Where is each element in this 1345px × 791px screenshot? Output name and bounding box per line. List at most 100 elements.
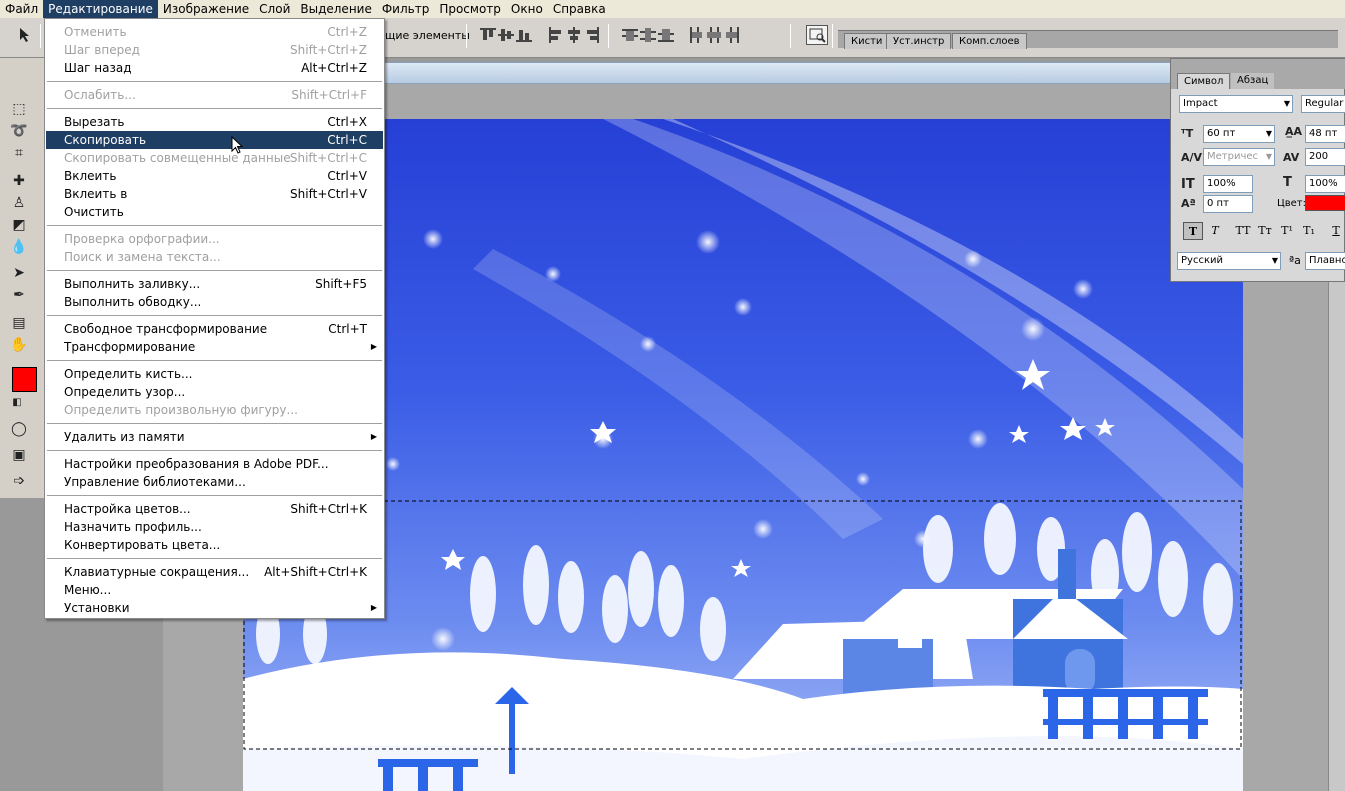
- menu-item-define-custom-shape[interactable]: Определить произвольную фигуру...: [46, 401, 383, 419]
- faux-italic-button[interactable]: T: [1205, 222, 1225, 240]
- menu-item-preset-manager[interactable]: Управление библиотеками...: [46, 473, 383, 491]
- menu-item-keyboard-shortcuts[interactable]: Клавиатурные сокращения... Alt+Shift+Ctrl…: [46, 563, 383, 581]
- menu-layer[interactable]: Слой: [254, 0, 295, 18]
- font-family-value: Impact: [1183, 98, 1218, 109]
- distribute-left-icon[interactable]: [688, 27, 704, 43]
- subscript-button[interactable]: T₁: [1299, 222, 1319, 240]
- tab-character[interactable]: Символ: [1177, 73, 1231, 89]
- small-caps-button[interactable]: Tт: [1255, 222, 1275, 240]
- lasso-tool-icon[interactable]: ➰: [10, 122, 28, 140]
- eraser-tool-icon[interactable]: ◩: [10, 216, 28, 234]
- menu-item-paste[interactable]: Вклеить Ctrl+V: [46, 167, 383, 185]
- jump-to-imageready-icon[interactable]: ➩: [10, 472, 28, 490]
- align-vcenter-icon[interactable]: [498, 27, 514, 43]
- menu-item-purge[interactable]: Удалить из памяти ▶: [46, 428, 383, 446]
- align-bottom-icon[interactable]: [516, 27, 532, 43]
- tab-paragraph[interactable]: Абзац: [1231, 73, 1275, 89]
- menu-item-clear[interactable]: Очистить: [46, 203, 383, 221]
- menu-item-cut[interactable]: Вырезать Ctrl+X: [46, 113, 383, 131]
- distribute-bottom-icon[interactable]: [658, 27, 674, 43]
- menu-file[interactable]: Файл: [0, 0, 43, 18]
- pen-tool-icon[interactable]: ✒: [10, 286, 28, 304]
- menu-item-pdf-presets[interactable]: Настройки преобразования в Adobe PDF...: [46, 455, 383, 473]
- menu-image[interactable]: Изображение: [158, 0, 254, 18]
- palette-tab-tool-presets[interactable]: Уст.инстр: [886, 33, 952, 49]
- vertical-scrollbar[interactable]: [1328, 282, 1345, 791]
- palette-tab-layer-comps[interactable]: Комп.слоев: [952, 33, 1027, 49]
- menu-item-undo[interactable]: Отменить Ctrl+Z: [46, 23, 383, 41]
- menu-window[interactable]: Окно: [506, 0, 548, 18]
- vertical-scale-field[interactable]: 100%: [1203, 175, 1253, 193]
- tracking-field[interactable]: 200: [1305, 148, 1345, 166]
- font-style-select[interactable]: Regular: [1301, 95, 1345, 113]
- horizontal-scale-field[interactable]: 100%: [1305, 175, 1345, 193]
- marquee-tool-icon[interactable]: ⬚: [10, 100, 28, 118]
- menu-item-define-brush[interactable]: Определить кисть...: [46, 365, 383, 383]
- tracking-icon: AV: [1283, 151, 1300, 164]
- healing-brush-icon[interactable]: ✚: [10, 172, 28, 190]
- menu-item-stroke[interactable]: Выполнить обводку...: [46, 293, 383, 311]
- faux-bold-button[interactable]: T: [1183, 222, 1203, 240]
- screen-mode-icon[interactable]: ▣: [10, 446, 28, 464]
- distribute-top-icon[interactable]: [622, 27, 638, 43]
- move-tool-icon[interactable]: [18, 27, 34, 43]
- menu-separator: [47, 450, 382, 451]
- menu-item-fade[interactable]: Ослабить... Shift+Ctrl+F: [46, 86, 383, 104]
- menu-separator: [47, 495, 382, 496]
- foreground-color-swatch[interactable]: [12, 367, 37, 392]
- blur-tool-icon[interactable]: 💧: [10, 238, 28, 256]
- image-canvas[interactable]: [243, 119, 1243, 791]
- vertical-scale-icon: IT: [1181, 177, 1195, 192]
- quick-mask-icon[interactable]: ◯: [10, 420, 28, 438]
- antialias-select[interactable]: Плавно: [1305, 252, 1345, 270]
- menu-item-step-backward[interactable]: Шаг назад Alt+Ctrl+Z: [46, 59, 383, 77]
- palette-tab-brushes[interactable]: Кисти: [844, 33, 890, 49]
- menu-edit[interactable]: Редактирование: [43, 0, 158, 18]
- distribute-right-icon[interactable]: [724, 27, 740, 43]
- distribute-vcenter-icon[interactable]: [640, 27, 656, 43]
- menu-select[interactable]: Выделение: [295, 0, 376, 18]
- superscript-button[interactable]: T¹: [1277, 222, 1297, 240]
- language-select[interactable]: Русский ▼: [1177, 252, 1281, 270]
- align-top-icon[interactable]: [480, 27, 496, 43]
- kerning-field[interactable]: Метричес ▼: [1203, 148, 1275, 166]
- clone-stamp-icon[interactable]: ♙: [10, 194, 28, 212]
- menu-item-define-pattern[interactable]: Определить узор...: [46, 383, 383, 401]
- menu-help[interactable]: Справка: [548, 0, 611, 18]
- font-size-field[interactable]: 60 пт ▼: [1203, 125, 1275, 143]
- font-family-select[interactable]: Impact ▼: [1179, 95, 1293, 113]
- menu-item-menus[interactable]: Меню...: [46, 581, 383, 599]
- notes-tool-icon[interactable]: ▤: [10, 314, 28, 332]
- path-selection-icon[interactable]: ➤: [10, 264, 28, 282]
- menu-item-find-replace[interactable]: Поиск и замена текста...: [46, 248, 383, 266]
- menu-item-copy[interactable]: Скопировать Ctrl+C: [46, 131, 383, 149]
- show-controls-label[interactable]: щие элементы: [385, 25, 470, 47]
- menu-filter[interactable]: Фильтр: [377, 0, 434, 18]
- menu-item-step-forward[interactable]: Шаг вперед Shift+Ctrl+Z: [46, 41, 383, 59]
- menu-item-fill[interactable]: Выполнить заливку... Shift+F5: [46, 275, 383, 293]
- text-color-swatch[interactable]: [1305, 195, 1345, 211]
- default-colors-icon[interactable]: ◧: [8, 394, 26, 412]
- menu-item-color-settings[interactable]: Настройка цветов... Shift+Ctrl+K: [46, 500, 383, 518]
- leading-field[interactable]: 48 пт: [1305, 125, 1345, 143]
- underline-button[interactable]: T: [1326, 222, 1345, 240]
- menu-item-transform[interactable]: Трансформирование ▶: [46, 338, 383, 356]
- menu-item-preferences[interactable]: Установки ▶: [46, 599, 383, 617]
- menu-item-copy-merged[interactable]: Скопировать совмещенные данные Shift+Ctrl…: [46, 149, 383, 167]
- menu-item-assign-profile[interactable]: Назначить профиль...: [46, 518, 383, 536]
- menu-item-convert-profile[interactable]: Конвертировать цвета...: [46, 536, 383, 554]
- menu-item-check-spelling[interactable]: Проверка орфографии...: [46, 230, 383, 248]
- menu-item-paste-into[interactable]: Вклеить в Shift+Ctrl+V: [46, 185, 383, 203]
- all-caps-button[interactable]: TT: [1233, 222, 1253, 240]
- distribute-hcenter-icon[interactable]: [706, 27, 722, 43]
- align-hcenter-icon[interactable]: [566, 27, 582, 43]
- file-browser-icon[interactable]: [806, 25, 828, 45]
- crop-tool-icon[interactable]: ⌗: [10, 144, 28, 162]
- menu-item-free-transform[interactable]: Свободное трансформирование Ctrl+T: [46, 320, 383, 338]
- align-left-icon[interactable]: [548, 27, 564, 43]
- baseline-shift-field[interactable]: 0 пт: [1203, 195, 1253, 213]
- hand-tool-icon[interactable]: ✋: [10, 336, 28, 354]
- document-title-bar[interactable]: [384, 62, 1184, 84]
- align-right-icon[interactable]: [584, 27, 600, 43]
- menu-view[interactable]: Просмотр: [434, 0, 506, 18]
